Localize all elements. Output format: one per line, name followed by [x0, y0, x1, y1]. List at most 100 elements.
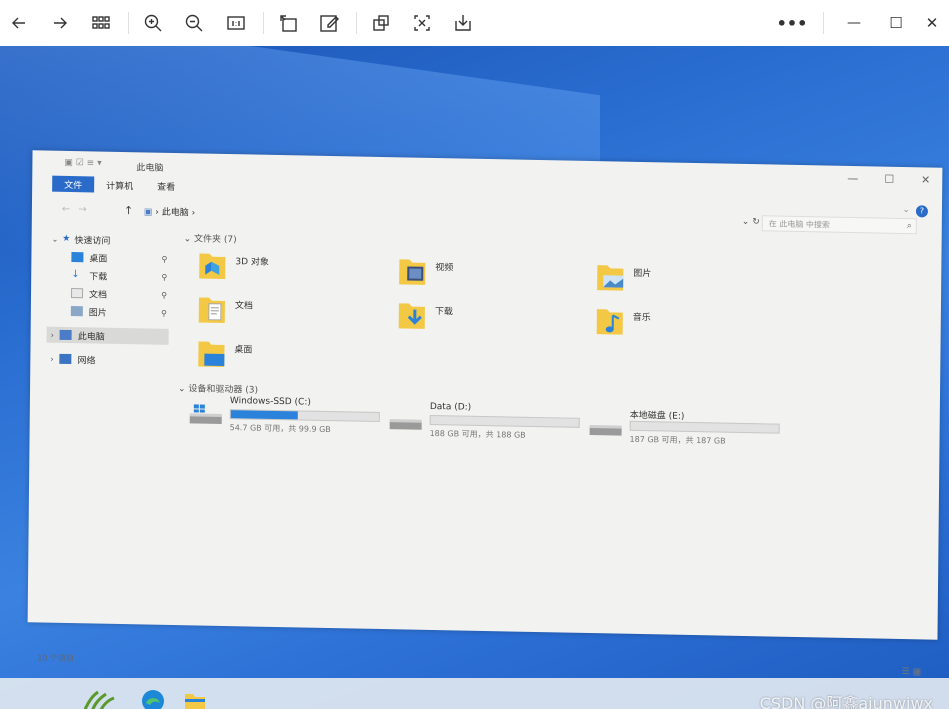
zoom-in-icon[interactable] — [138, 8, 168, 38]
sidebar-network[interactable]: › 网络 — [46, 351, 96, 368]
folder-documents[interactable]: 文档 — [197, 291, 377, 334]
folder-desktop[interactable]: 桌面 — [196, 335, 376, 378]
sidebar-item-label: 文档 — [88, 289, 108, 301]
explorer-maximize-icon[interactable]: ☐ — [884, 173, 894, 186]
search-placeholder: 在 此电脑 中搜索 — [768, 219, 830, 230]
sidebar-this-pc[interactable]: › 此电脑 — [46, 326, 169, 345]
picture-icon — [70, 306, 83, 317]
window-title: 此电脑 — [136, 163, 164, 174]
document-icon — [70, 288, 84, 299]
drives-group-header[interactable]: ⌄ 设备和驱动器 (3) — [178, 381, 258, 396]
explorer-close-icon[interactable]: ✕ — [921, 173, 930, 186]
network-icon — [59, 353, 72, 365]
drive-d[interactable]: Data (D:) 188 GB 可用，共 188 GB — [388, 401, 588, 445]
ocr-text-icon[interactable] — [407, 8, 437, 38]
folders-group-header[interactable]: ⌄ 文件夹 (7) — [184, 231, 237, 245]
folder-document-icon — [198, 297, 225, 323]
drive-e[interactable]: 本地磁盘 (E:) 187 GB 可用，共 187 GB — [587, 407, 787, 451]
folder-label: 桌面 — [234, 345, 253, 356]
folder-music[interactable]: 音乐 — [595, 303, 775, 346]
drive-free-space: 54.7 GB 可用，共 99.9 GB — [229, 423, 331, 435]
ribbon-expand-icon[interactable]: ⌄ — [902, 205, 910, 215]
sidebar-item-label: 桌面 — [89, 253, 108, 265]
grid-view-icon[interactable] — [86, 8, 116, 38]
folder-videos[interactable]: 视频 — [397, 253, 577, 296]
computer-icon — [59, 329, 72, 341]
help-icon[interactable]: ? — [915, 205, 929, 218]
folder-downloads[interactable]: 下载 — [397, 297, 577, 340]
chevron-down-icon[interactable]: ⌄ — [178, 384, 189, 394]
folder-label: 图片 — [633, 268, 652, 280]
plant-widget-icon[interactable] — [78, 688, 120, 709]
forward-arrow-icon[interactable] — [45, 8, 75, 38]
folder-label: 视频 — [435, 263, 454, 274]
drive-free-space: 188 GB 可用，共 188 GB — [429, 428, 526, 440]
screen-capture-icon[interactable] — [366, 8, 396, 38]
folder-3d-icon — [199, 253, 226, 279]
zoom-out-icon[interactable] — [179, 8, 209, 38]
edge-browser-icon[interactable] — [140, 688, 166, 709]
refresh-icon[interactable]: ⌄ ↻ — [742, 217, 760, 227]
content-pane: ⌄ 文件夹 (7) 3D 对象 视频 图片 文档 下载 音乐 桌面 ⌄ 设备和驱… — [178, 231, 922, 605]
sidebar-item-downloads[interactable]: ↓ 下载 ⚲ — [71, 267, 171, 285]
download-icon[interactable] — [448, 8, 478, 38]
sidebar-item-documents[interactable]: 文档 ⚲ — [70, 285, 171, 303]
address-path[interactable]: ▣ › 此电脑 › — [144, 204, 774, 230]
sidebar-item-label: 下载 — [89, 271, 108, 283]
sidebar-item-label: 此电脑 — [77, 331, 105, 343]
pc-icon: ▣ — [143, 207, 153, 218]
windows-taskbar: CSDN @阿鑫ajunwiwx — [0, 678, 949, 709]
search-input[interactable]: 在 此电脑 中搜索 ⌕ — [761, 215, 917, 235]
pin-icon[interactable]: ⚲ — [161, 290, 167, 299]
drive-c[interactable]: Windows-SSD (C:) 54.7 GB 可用，共 99.9 GB — [188, 395, 388, 439]
quick-access-toolbar-icons[interactable]: ▣ ☑ ≡ ▾ — [64, 158, 101, 169]
more-options-icon[interactable]: ••• — [777, 8, 808, 38]
sidebar-item-pictures[interactable]: 图片 ⚲ — [70, 303, 171, 321]
minimize-icon[interactable]: — — [839, 8, 869, 38]
folder-music-icon — [596, 309, 623, 335]
actual-size-icon[interactable] — [221, 8, 251, 38]
search-icon[interactable]: ⌕ — [907, 221, 912, 231]
image-viewer-toolbar: ••• — ☐ ✕ — [0, 0, 949, 46]
edit-icon[interactable] — [314, 8, 344, 38]
chevron-down-icon[interactable]: ⌄ — [184, 234, 195, 244]
close-icon[interactable]: ✕ — [917, 8, 947, 38]
ribbon-tabs: 文件 计算机 查看 — [52, 175, 187, 195]
pin-icon[interactable]: ⚲ — [162, 254, 168, 263]
drive-usage-bar — [429, 414, 580, 428]
navigation-pane: ⌄ ★ 快速访问 桌面 ⚲ ↓ 下载 ⚲ 文档 ⚲ 图片 ⚲ › 此电脑 › 网… — [44, 231, 173, 593]
tab-computer[interactable]: 计算机 — [94, 176, 145, 193]
toolbar-divider — [356, 12, 357, 34]
chevron-down-icon[interactable]: ⌄ — [52, 234, 59, 243]
breadcrumb-this-pc[interactable]: 此电脑 — [162, 208, 189, 219]
tab-file[interactable]: 文件 — [52, 175, 95, 193]
folder-label: 下载 — [434, 307, 453, 318]
folder-label: 文档 — [234, 301, 253, 312]
sidebar-quick-access[interactable]: ⌄ ★ 快速访问 — [52, 231, 111, 248]
folder-label: 音乐 — [632, 312, 651, 324]
sidebar-item-desktop[interactable]: 桌面 ⚲ — [71, 249, 171, 267]
csdn-watermark: CSDN @阿鑫ajunwiwx — [759, 694, 933, 709]
folder-video-icon — [399, 259, 426, 285]
chevron-right-icon[interactable]: › — [51, 330, 54, 339]
view-toggle-icons[interactable]: ☰ ▦ — [902, 667, 922, 677]
back-arrow-icon[interactable] — [4, 8, 34, 38]
folder-pictures[interactable]: 图片 — [595, 259, 775, 302]
nav-back-forward-icon[interactable]: ←→ — [62, 204, 95, 216]
explorer-minimize-icon[interactable]: — — [847, 172, 858, 185]
sidebar-item-label: 网络 — [77, 355, 96, 367]
pin-icon[interactable]: ⚲ — [161, 308, 167, 317]
up-arrow-icon[interactable]: ↑ — [124, 204, 133, 217]
file-explorer-window: ▣ ☑ ≡ ▾ 此电脑 — ☐ ✕ 文件 计算机 查看 ⌄ ? ←→ ↑ ▣ ›… — [27, 150, 943, 677]
file-explorer-taskbar-icon[interactable] — [182, 688, 208, 709]
breadcrumb-separator-icon: › — [191, 208, 196, 219]
drive-usage-fill — [230, 410, 298, 420]
folder-3d-objects[interactable]: 3D 对象 — [197, 247, 377, 290]
chevron-right-icon[interactable]: › — [50, 354, 53, 363]
rotate-icon[interactable] — [273, 8, 303, 38]
folder-download-icon — [398, 303, 425, 329]
windows-drive-icon — [189, 404, 222, 424]
maximize-icon[interactable]: ☐ — [881, 8, 911, 38]
pin-icon[interactable]: ⚲ — [161, 272, 167, 281]
tab-view[interactable]: 查看 — [145, 177, 187, 194]
